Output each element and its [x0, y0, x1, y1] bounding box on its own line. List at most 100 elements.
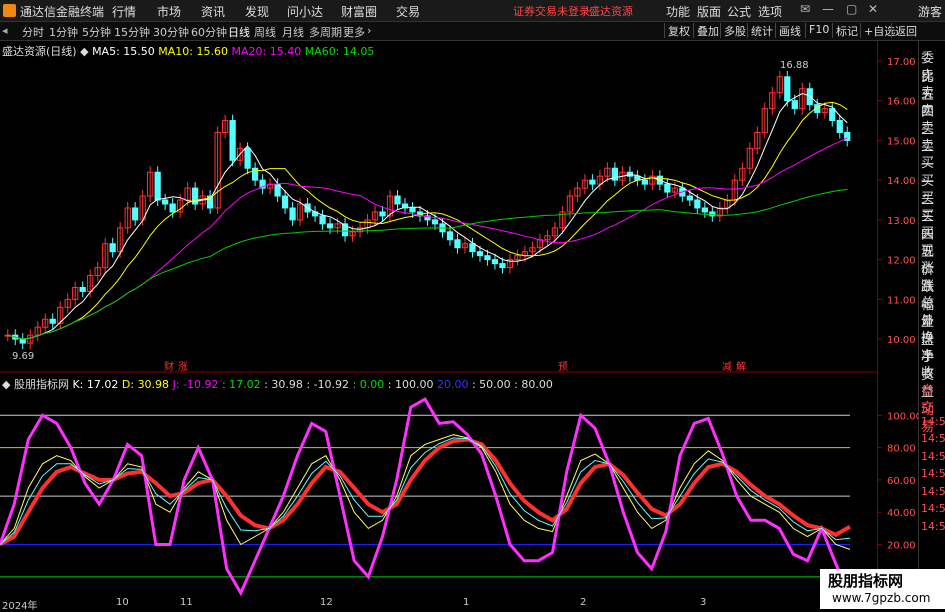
menu-formula[interactable]: 公式 — [727, 3, 751, 20]
toolbar-mark[interactable]: 标记 — [832, 23, 858, 38]
indicator-tick-label: 60.00 — [887, 476, 916, 487]
toolbar-multi-stock[interactable]: 多股 — [720, 23, 746, 38]
side-item[interactable]: 14:56 — [921, 432, 945, 445]
time-label-jan: 1 — [463, 597, 470, 608]
legend-settings-icon[interactable]: ◆ — [80, 45, 92, 58]
ma10-value: MA10: 15.60 — [158, 45, 228, 58]
period-intraday[interactable]: 分时 — [22, 24, 44, 40]
period-weekly[interactable]: 周线 — [254, 24, 276, 40]
candle-body — [49, 318, 56, 324]
candlesticks — [4, 70, 851, 350]
j-value: J: -10.92 — [172, 378, 219, 391]
time-label-nov: 11 — [180, 597, 193, 608]
side-item[interactable]: 14:56 — [921, 520, 945, 533]
candle-body — [641, 179, 648, 185]
v3-value: : -10.92 — [306, 378, 350, 391]
period-30min[interactable]: 30分钟 — [153, 24, 189, 40]
menu-function[interactable]: 功能 — [666, 3, 690, 20]
indicator-name[interactable]: 股朋指标网 — [14, 378, 69, 391]
indicator-tick-label: 20.00 — [887, 541, 916, 552]
side-item[interactable]: 14:56 — [921, 467, 945, 480]
period-1min[interactable]: 1分钟 — [49, 24, 78, 40]
side-item[interactable]: 14:56 — [921, 502, 945, 515]
candle-body — [446, 231, 454, 241]
toolbar-back[interactable]: 返回 — [891, 23, 917, 38]
toolbar-collapse-icon[interactable]: ◂ — [2, 24, 8, 37]
v1-value: : 17.02 — [221, 378, 261, 391]
user-label[interactable]: 游客 — [918, 3, 942, 20]
ma5-value: MA5: 15.50 — [92, 45, 155, 58]
menu-trade[interactable]: 交易 — [396, 3, 420, 20]
more-chevron-icon[interactable]: › — [367, 24, 371, 37]
toolbar-adjust[interactable]: 复权 — [664, 23, 690, 38]
price-tick-label: 10.00 — [887, 335, 916, 346]
skin-icon[interactable]: ✉ — [800, 2, 810, 16]
trade-login-warning[interactable]: 证券交易未登录 — [513, 3, 590, 19]
title-bar: 通达信金融终端 行情 市场 资讯 发现 问小达 财富圈 交易 证券交易未登录 盛… — [0, 0, 945, 22]
app-name: 通达信金融终端 — [20, 5, 105, 19]
menu-wenxiaoda[interactable]: 问小达 — [287, 3, 323, 20]
period-5min[interactable]: 5分钟 — [82, 24, 111, 40]
candle-body — [454, 239, 461, 249]
k-value: K: 17.02 — [72, 378, 119, 391]
stock-title[interactable]: 盛达资源(日线) — [2, 45, 77, 58]
menu-news[interactable]: 资讯 — [201, 3, 225, 20]
menu-discover[interactable]: 发现 — [245, 3, 269, 20]
menu-options[interactable]: 选项 — [758, 3, 782, 20]
side-item[interactable]: 14:56 — [921, 485, 945, 498]
candle-body — [476, 251, 484, 257]
menu-quotes[interactable]: 行情 — [112, 3, 136, 20]
event-tag-2[interactable]: 涨 — [178, 361, 188, 373]
price-tick-label: 13.00 — [887, 216, 916, 227]
event-tag-1[interactable]: 财 — [164, 360, 174, 373]
menu-layout[interactable]: 版面 — [697, 3, 721, 20]
period-toolbar: ◂ 分时 1分钟 5分钟 15分钟 30分钟 60分钟 日线 周线 月线 多周期… — [0, 22, 945, 41]
menu-wealth-circle[interactable]: 财富圈 — [341, 3, 377, 20]
indicator-settings-icon[interactable]: ◆ — [2, 378, 10, 391]
ma20-value: MA20: 15.40 — [231, 45, 302, 58]
period-daily[interactable]: 日线 — [228, 24, 250, 40]
period-monthly[interactable]: 月线 — [282, 24, 304, 40]
toolbar-draw[interactable]: 画线 — [775, 23, 801, 38]
candle-body — [484, 255, 491, 261]
candle-body — [394, 195, 401, 205]
toolbar-add-watchlist[interactable]: +自选 — [860, 23, 895, 38]
close-icon[interactable]: ✕ — [868, 2, 878, 16]
menu-market[interactable]: 市场 — [157, 3, 181, 20]
candle-body — [829, 108, 836, 122]
candle-body — [162, 199, 169, 205]
candle-body — [79, 286, 86, 292]
period-60min[interactable]: 60分钟 — [191, 24, 227, 40]
main-chart-legend: 盛达资源(日线) ◆ MA5: 15.50 MA10: 15.60 MA20: … — [2, 43, 374, 59]
quote-side-panel: 委比 卖五 卖四 卖三 卖二 卖一 买一 买二 买三 买四 买五 现价 涨跌 涨幅 总量 外盘 换手 净资 收益 自动… — [918, 41, 945, 609]
ma60-value: MA60: 14.05 — [304, 45, 375, 58]
high-price-label: 16.88 — [780, 60, 809, 71]
candle-body — [686, 195, 693, 201]
period-more[interactable]: 更多 — [343, 24, 365, 40]
minimize-icon[interactable]: — — [822, 2, 834, 16]
indicator-lines — [0, 397, 852, 597]
price-tick-label: 12.00 — [887, 256, 916, 267]
indicator-tick-label: 100.00 — [887, 411, 918, 422]
event-tag-5[interactable]: 解 — [736, 360, 746, 373]
candle-body — [784, 76, 791, 102]
event-tag-4[interactable]: 减 — [722, 361, 732, 373]
toolbar-overlay[interactable]: 叠加 — [693, 23, 719, 38]
price-tick-label: 11.00 — [887, 295, 916, 306]
price-tick-label: 17.00 — [887, 57, 916, 68]
chart-canvas[interactable]: 16.88 9.69 财 涨 预 减 解 — [0, 41, 877, 598]
indicator-tick-label: 40.00 — [887, 508, 916, 519]
side-item[interactable]: 14:56 — [921, 450, 945, 463]
maximize-icon[interactable]: ▢ — [846, 2, 857, 16]
candle-body — [791, 100, 798, 110]
price-tick-label: 14.00 — [887, 176, 916, 187]
candle-body — [664, 183, 671, 193]
time-axis: 2024年 10 11 12 1 2 3 — [0, 597, 877, 612]
toolbar-f10[interactable]: F10 — [805, 23, 829, 38]
period-multi[interactable]: 多周期 — [309, 24, 342, 40]
side-item[interactable]: 14:56 — [921, 415, 945, 428]
candle-body — [836, 120, 843, 133]
period-15min[interactable]: 15分钟 — [114, 24, 150, 40]
toolbar-stats[interactable]: 统计 — [747, 23, 773, 38]
event-tag-3[interactable]: 预 — [558, 361, 568, 373]
